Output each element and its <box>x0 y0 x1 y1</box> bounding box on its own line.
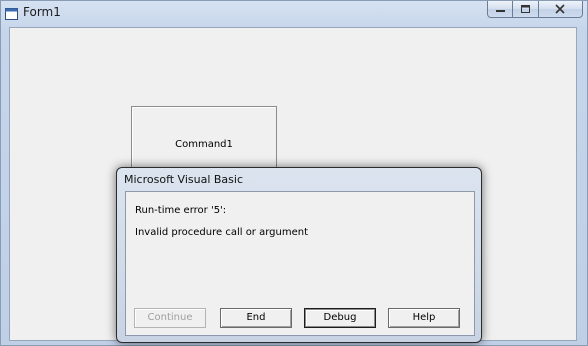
command1-label: Command1 <box>175 139 233 150</box>
dialog-title: Microsoft Visual Basic <box>124 173 244 186</box>
debug-button[interactable]: Debug <box>304 308 376 328</box>
form-icon <box>5 5 18 20</box>
continue-button[interactable]: Continue <box>134 308 206 328</box>
error-code-text: Run-time error '5': <box>135 205 227 216</box>
minimize-button[interactable] <box>487 1 513 18</box>
maximize-button[interactable] <box>513 1 539 18</box>
close-button[interactable] <box>539 1 583 18</box>
dialog-body: Run-time error '5': Invalid procedure ca… <box>125 191 475 336</box>
error-dialog: Microsoft Visual Basic Run-time error '5… <box>116 167 482 343</box>
error-message-text: Invalid procedure call or argument <box>135 227 309 238</box>
caption-buttons <box>487 1 583 19</box>
end-button[interactable]: End <box>220 308 292 328</box>
form1-titlebar[interactable]: Form1 <box>1 1 587 23</box>
dialog-titlebar[interactable]: Microsoft Visual Basic <box>117 168 481 190</box>
form1-title: Form1 <box>23 5 61 19</box>
help-button[interactable]: Help <box>388 308 460 328</box>
